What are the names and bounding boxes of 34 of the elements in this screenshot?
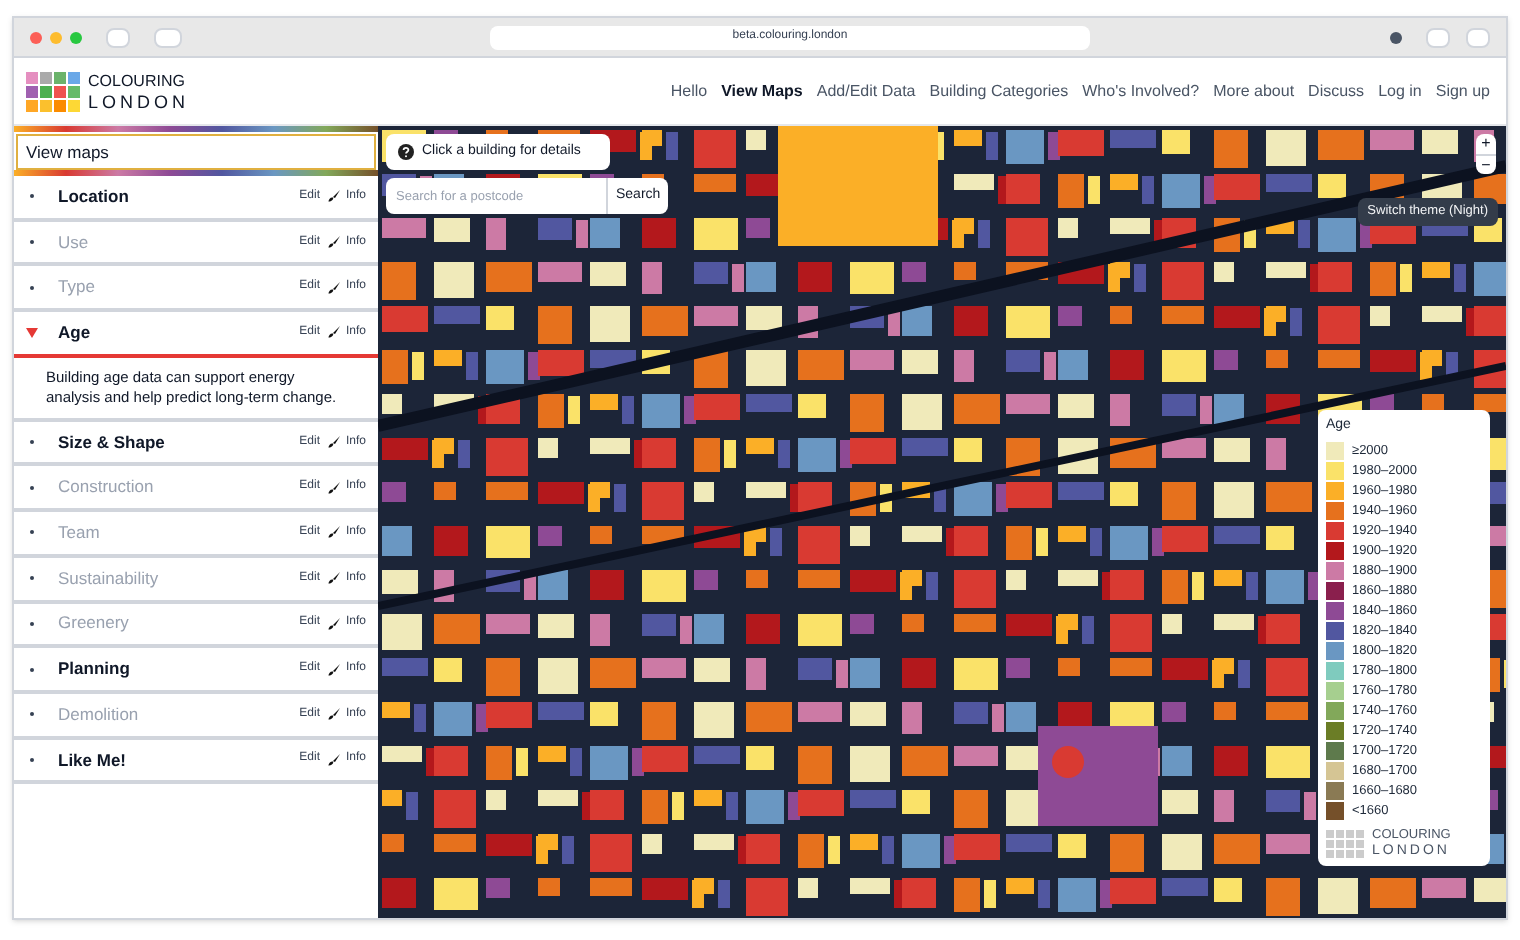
category-label[interactable]: Age — [58, 320, 91, 346]
nav-link[interactable]: Sign up — [1435, 79, 1490, 103]
paintbrush-icon — [327, 708, 340, 721]
logo-icon — [26, 71, 82, 111]
zoom-out-button[interactable]: − — [1476, 154, 1496, 174]
paintbrush-icon — [327, 526, 340, 539]
view-maps-header: View maps — [16, 134, 376, 170]
nav-link[interactable]: View Maps — [721, 79, 803, 103]
logo-text: COLOURING — [88, 71, 187, 91]
category-label[interactable]: Size & Shape — [58, 429, 165, 455]
zoom-in-button[interactable]: + — [1476, 134, 1496, 154]
logo-text: LONDON — [88, 91, 190, 111]
nav-link[interactable]: Discuss — [1308, 79, 1365, 103]
paintbrush-icon — [327, 617, 340, 630]
paintbrush-icon — [327, 663, 340, 676]
category-label[interactable]: Location — [58, 183, 129, 210]
nav-link[interactable]: More about — [1213, 79, 1295, 103]
help-icon — [398, 144, 414, 160]
nav-link[interactable]: Log in — [1378, 79, 1422, 103]
category-label[interactable]: Like Me! — [58, 747, 127, 773]
paintbrush-icon — [327, 572, 340, 585]
paintbrush-icon — [327, 436, 340, 449]
category-label[interactable]: Planning — [58, 656, 130, 682]
paintbrush-icon — [327, 190, 340, 203]
nav-link[interactable]: Who's Involved? — [1082, 79, 1200, 103]
nav-link[interactable]: Hello — [670, 79, 708, 103]
nav-link[interactable]: Building Categories — [929, 79, 1069, 103]
paintbrush-icon — [327, 281, 340, 294]
nav-link[interactable]: Add/Edit Data — [816, 79, 916, 103]
paintbrush-icon — [327, 753, 340, 766]
paintbrush-icon — [327, 481, 340, 494]
logo-icon — [1326, 829, 1366, 857]
paintbrush-icon — [327, 326, 340, 339]
paintbrush-icon — [327, 236, 340, 249]
